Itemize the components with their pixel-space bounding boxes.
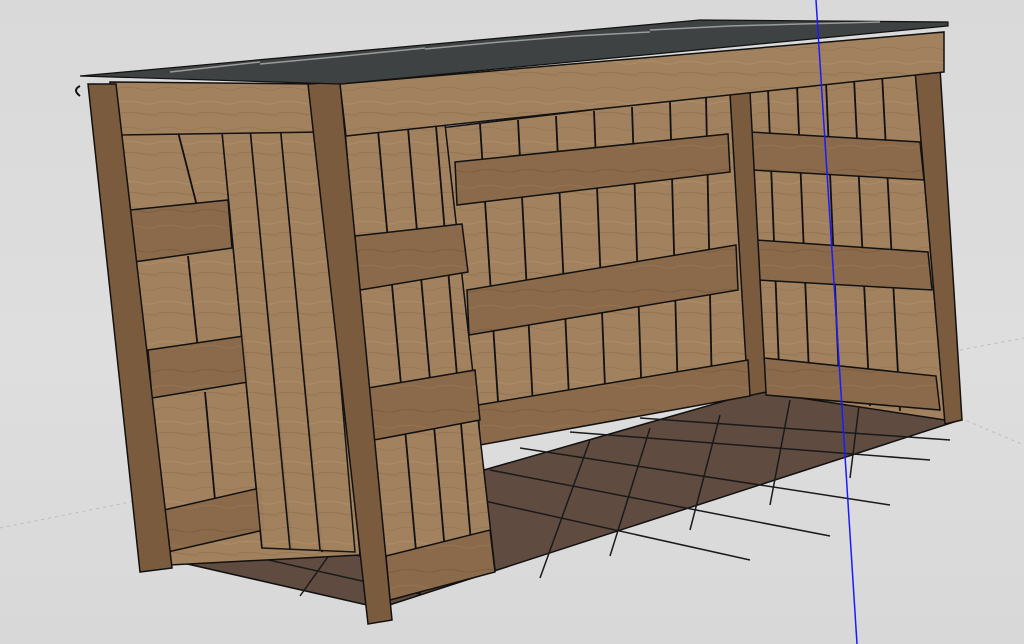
shed-model[interactable] xyxy=(75,19,963,625)
model-viewport[interactable] xyxy=(0,0,1024,644)
model-canvas[interactable] xyxy=(0,0,1024,644)
left-top-rail xyxy=(109,81,323,136)
roof-gutter xyxy=(75,85,81,97)
